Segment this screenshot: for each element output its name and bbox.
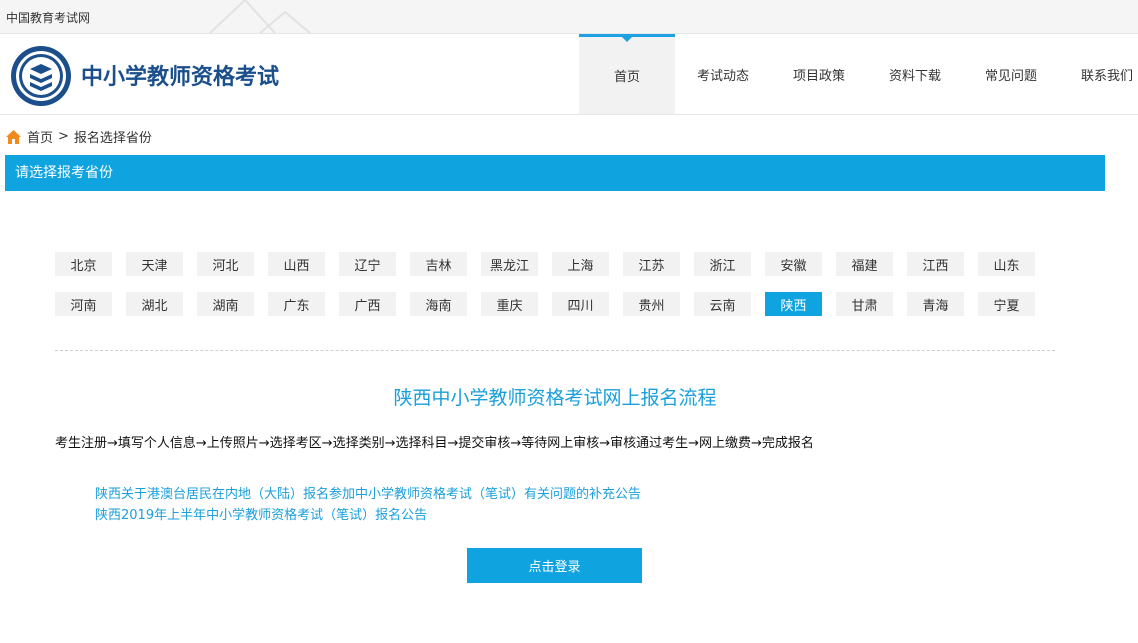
main-nav: 首页 考试动态 项目政策 资料下载 常见问题 联系我们	[579, 34, 1138, 114]
province-button[interactable]: 福建	[836, 252, 893, 276]
province-button[interactable]: 云南	[694, 292, 751, 316]
province-button[interactable]: 广东	[268, 292, 325, 316]
province-button[interactable]: 贵州	[623, 292, 680, 316]
province-grid: 北京 天津 河北 山西 辽宁 吉林 黑龙江 上海 江苏 浙江 安徽 福建 江西 山东 河南 湖北 湖南 广东 广西…	[55, 252, 1055, 332]
nav-label: 首页	[613, 70, 640, 85]
home-icon	[6, 129, 21, 144]
breadcrumb-home-link[interactable]: 首页	[27, 127, 53, 146]
province-button[interactable]: 广西	[339, 292, 396, 316]
mountain-decoration	[209, 0, 311, 33]
exam-logo-icon	[11, 46, 71, 106]
province-button[interactable]: 甘肃	[836, 292, 893, 316]
province-button[interactable]: 河南	[55, 292, 112, 316]
province-button[interactable]: 北京	[55, 252, 112, 276]
nav-label: 资料下载	[888, 68, 941, 84]
nav-exam-news[interactable]: 考试动态	[675, 34, 771, 114]
notice-link[interactable]: 陕西关于港澳台居民在内地（大陆）报名参加中小学教师资格考试（笔试）有关问题的补充…	[95, 484, 641, 505]
nav-label: 常见问题	[984, 68, 1037, 84]
login-button[interactable]: 点击登录	[467, 548, 642, 583]
notice-list: 陕西关于港澳台居民在内地（大陆）报名参加中小学教师资格考试（笔试）有关问题的补充…	[95, 484, 641, 526]
province-button[interactable]: 天津	[126, 252, 183, 276]
province-button[interactable]: 山西	[268, 252, 325, 276]
flow-steps: 考生注册→填写个人信息→上传照片→选择考区→选择类别→选择科目→提交审核→等待网…	[55, 436, 814, 451]
site-title: 中小学教师资格考试	[81, 65, 280, 90]
flow-title: 陕西中小学教师资格考试网上报名流程	[393, 387, 717, 409]
province-button[interactable]: 湖南	[197, 292, 254, 316]
province-button[interactable]: 四川	[552, 292, 609, 316]
province-button[interactable]: 河北	[197, 252, 254, 276]
nav-faq[interactable]: 常见问题	[963, 34, 1059, 114]
province-button[interactable]: 重庆	[481, 292, 538, 316]
province-button[interactable]: 宁夏	[978, 292, 1035, 316]
nav-label: 项目政策	[792, 68, 845, 84]
province-button[interactable]: 江苏	[623, 252, 680, 276]
province-button[interactable]: 吉林	[410, 252, 467, 276]
province-button[interactable]: 青海	[907, 292, 964, 316]
nav-policies[interactable]: 项目政策	[771, 34, 867, 114]
breadcrumb: 首页 > 报名选择省份	[6, 127, 152, 146]
site-header: 中小学教师资格考试 首页 考试动态 项目政策 资料下载 常见问题 联系我们	[0, 34, 1138, 115]
nav-downloads[interactable]: 资料下载	[867, 34, 963, 114]
province-row: 河南 湖北 湖南 广东 广西 海南 重庆 四川 贵州 云南 陕西 甘肃 青海 宁夏	[55, 292, 1055, 316]
province-button[interactable]: 浙江	[694, 252, 751, 276]
nav-home[interactable]: 首页	[579, 34, 675, 114]
province-button[interactable]: 湖北	[126, 292, 183, 316]
province-button[interactable]: 上海	[552, 252, 609, 276]
select-province-bar: 请选择报考省份	[5, 155, 1105, 191]
province-button[interactable]: 江西	[907, 252, 964, 276]
nav-label: 考试动态	[696, 68, 749, 84]
province-button[interactable]: 辽宁	[339, 252, 396, 276]
dashed-divider	[55, 350, 1055, 351]
breadcrumb-separator: >	[58, 129, 69, 144]
province-row: 北京 天津 河北 山西 辽宁 吉林 黑龙江 上海 江苏 浙江 安徽 福建 江西 山东	[55, 252, 1055, 276]
province-button[interactable]: 陕西	[765, 292, 822, 316]
notice-link[interactable]: 陕西2019年上半年中小学教师资格考试（笔试）报名公告	[95, 505, 641, 526]
province-button[interactable]: 山东	[978, 252, 1035, 276]
nav-label: 联系我们	[1080, 68, 1133, 84]
province-button[interactable]: 海南	[410, 292, 467, 316]
nav-contact[interactable]: 联系我们	[1059, 34, 1138, 114]
site-name: 中国教育考试网	[6, 11, 91, 25]
breadcrumb-current: 报名选择省份	[73, 131, 152, 146]
province-button[interactable]: 安徽	[765, 252, 822, 276]
active-indicator-icon	[621, 36, 633, 42]
top-strip: 中国教育考试网	[0, 0, 1138, 34]
province-button[interactable]: 黑龙江	[481, 252, 538, 276]
